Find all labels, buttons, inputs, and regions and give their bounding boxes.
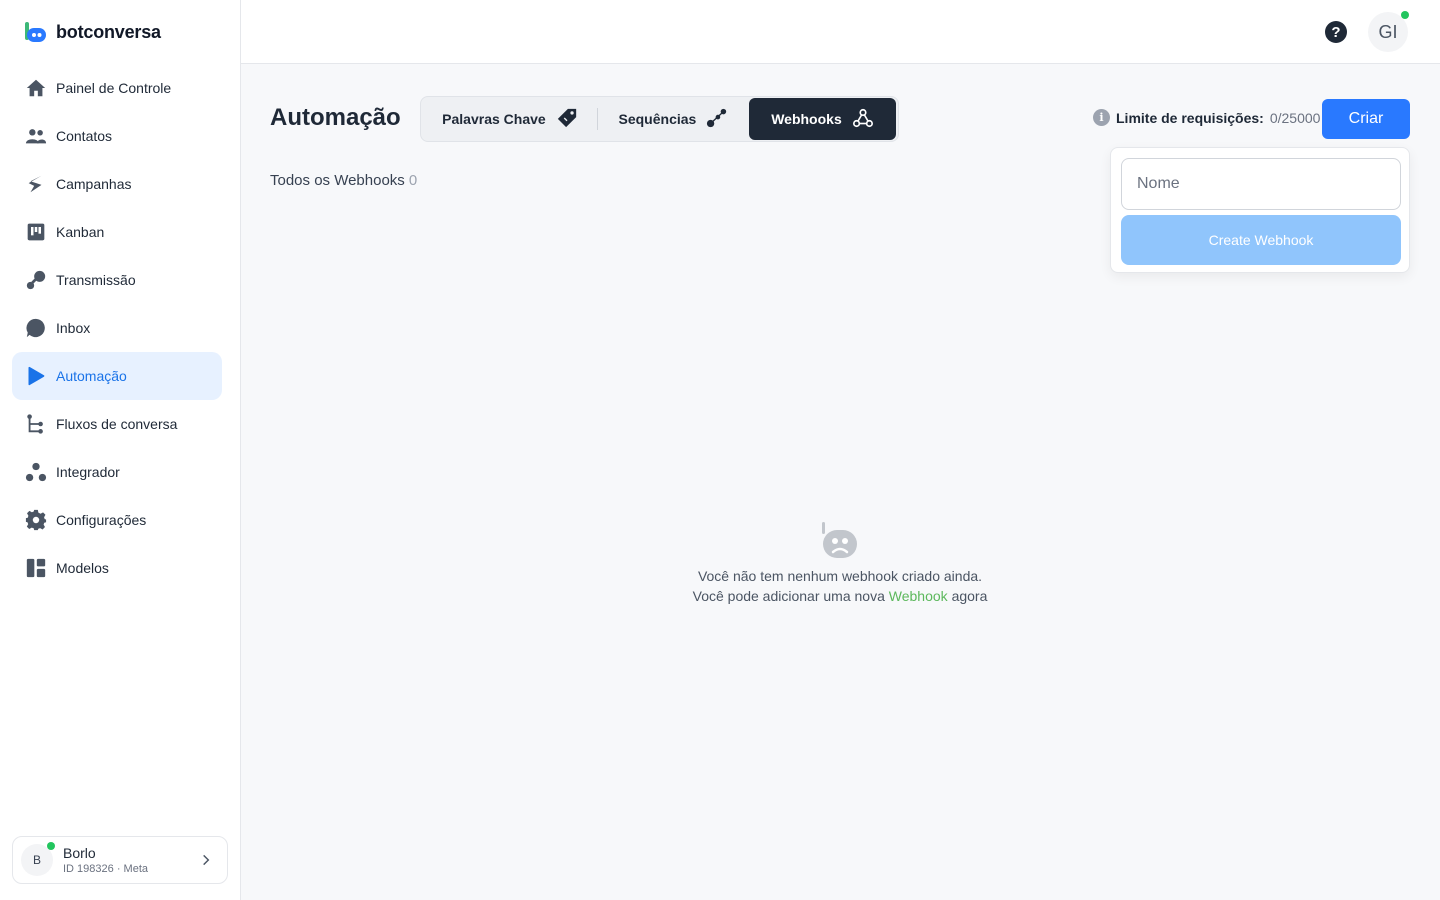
sidebar-item-label: Transmissão	[56, 272, 136, 288]
user-avatar[interactable]: GI	[1368, 11, 1409, 52]
broadcast-icon	[24, 268, 48, 292]
sidebar-item-campanhas[interactable]: Campanhas	[12, 160, 222, 208]
users-icon	[24, 124, 48, 148]
top-bar: ? GI	[241, 0, 1440, 64]
webhook-name-input[interactable]	[1121, 158, 1401, 210]
chevron-right-icon	[199, 853, 213, 872]
add-webhook-link[interactable]: Webhook	[889, 588, 948, 604]
home-icon	[24, 76, 48, 100]
online-status-dot	[47, 842, 55, 850]
empty-cta-prefix: Você pode adicionar uma nova	[692, 588, 885, 604]
account-avatar: B	[21, 842, 55, 876]
help-icon[interactable]: ?	[1325, 21, 1347, 43]
flow-icon	[24, 412, 48, 436]
sidebar-item-label: Fluxos de conversa	[56, 416, 178, 432]
request-limit: i Limite de requisições: 0/25000	[1093, 109, 1320, 126]
sidebar-item-label: Campanhas	[56, 176, 132, 192]
sidebar-item-painel[interactable]: Painel de Controle	[12, 64, 222, 112]
sidebar-item-contatos[interactable]: Contatos	[12, 112, 222, 160]
user-initials: GI	[1378, 21, 1398, 42]
webhook-count: 0	[408, 172, 418, 189]
online-status-dot	[1401, 11, 1409, 19]
empty-state: Você não tem nenhum webhook criado ainda…	[640, 520, 1040, 606]
sidebar-item-configuracoes[interactable]: Configurações	[12, 496, 222, 544]
create-button[interactable]: Criar	[1322, 99, 1410, 139]
sad-bot-icon	[820, 520, 860, 560]
sidebar-item-inbox[interactable]: Inbox	[12, 304, 222, 352]
section-title-text: Todos os Webhooks	[270, 172, 405, 189]
tab-label: Sequências	[618, 111, 697, 127]
tab-sequencias[interactable]: Sequências	[598, 98, 749, 140]
sidebar-item-transmissao[interactable]: Transmissão	[12, 256, 222, 304]
tag-icon	[556, 107, 578, 132]
play-icon	[24, 364, 48, 388]
kanban-icon	[24, 220, 48, 244]
page-title: Automação	[270, 104, 401, 131]
gear-icon	[24, 508, 48, 532]
sidebar-item-kanban[interactable]: Kanban	[12, 208, 222, 256]
sequence-icon	[706, 107, 728, 132]
empty-cta-suffix: agora	[951, 588, 988, 604]
sidebar-item-automacao[interactable]: Automação	[12, 352, 222, 400]
botconversa-logo-icon	[24, 20, 48, 44]
info-icon[interactable]: i	[1093, 109, 1110, 126]
templates-icon	[24, 556, 48, 580]
sidebar-item-label: Contatos	[56, 128, 113, 144]
account-info: Borlo ID 198326 · Meta	[63, 845, 148, 875]
campaign-icon	[24, 172, 48, 196]
account-id: ID 198326 · Meta	[63, 863, 148, 875]
sidebar-item-label: Configurações	[56, 512, 147, 528]
sidebar-item-label: Inbox	[56, 320, 91, 336]
sidebar-item-label: Modelos	[56, 560, 109, 576]
section-title: Todos os Webhooks 0	[270, 172, 417, 189]
sidebar-item-integrador[interactable]: Integrador	[12, 448, 222, 496]
create-webhook-button[interactable]: Create Webhook	[1121, 215, 1401, 265]
sidebar: botconversa Painel de Controle Contatos …	[0, 0, 241, 900]
account-initial: B	[32, 853, 41, 867]
chat-bubble-icon	[24, 316, 48, 340]
tab-label: Webhooks	[771, 111, 842, 127]
tab-label: Palavras Chave	[442, 111, 546, 127]
integrator-icon	[24, 460, 48, 484]
brand-name: botconversa	[56, 21, 161, 42]
tab-webhooks[interactable]: Webhooks	[748, 98, 896, 140]
sidebar-item-label: Automação	[56, 368, 127, 384]
brand-logo[interactable]: botconversa	[24, 20, 161, 44]
account-switcher[interactable]: B Borlo ID 198326 · Meta	[12, 836, 228, 884]
sidebar-item-label: Painel de Controle	[56, 80, 172, 96]
sidebar-item-modelos[interactable]: Modelos	[12, 544, 222, 592]
sidebar-item-label: Integrador	[56, 464, 120, 480]
sidebar-nav: Painel de Controle Contatos Campanhas Ka…	[12, 64, 222, 592]
tab-palavras-chave[interactable]: Palavras Chave	[423, 98, 597, 140]
limit-value: 0/25000	[1269, 109, 1321, 126]
limit-label: Limite de requisições:	[1116, 109, 1264, 126]
create-webhook-popover: Create Webhook	[1110, 147, 1410, 273]
empty-message: Você não tem nenhum webhook criado ainda…	[697, 568, 983, 584]
automation-tabs: Palavras Chave Sequências Webhooks	[420, 96, 899, 142]
sidebar-item-fluxos[interactable]: Fluxos de conversa	[12, 400, 222, 448]
webhook-icon	[852, 107, 874, 132]
account-name: Borlo	[63, 845, 96, 861]
sidebar-item-label: Kanban	[56, 224, 105, 240]
empty-cta: Você pode adicionar uma nova Webhook ago…	[640, 586, 1040, 606]
